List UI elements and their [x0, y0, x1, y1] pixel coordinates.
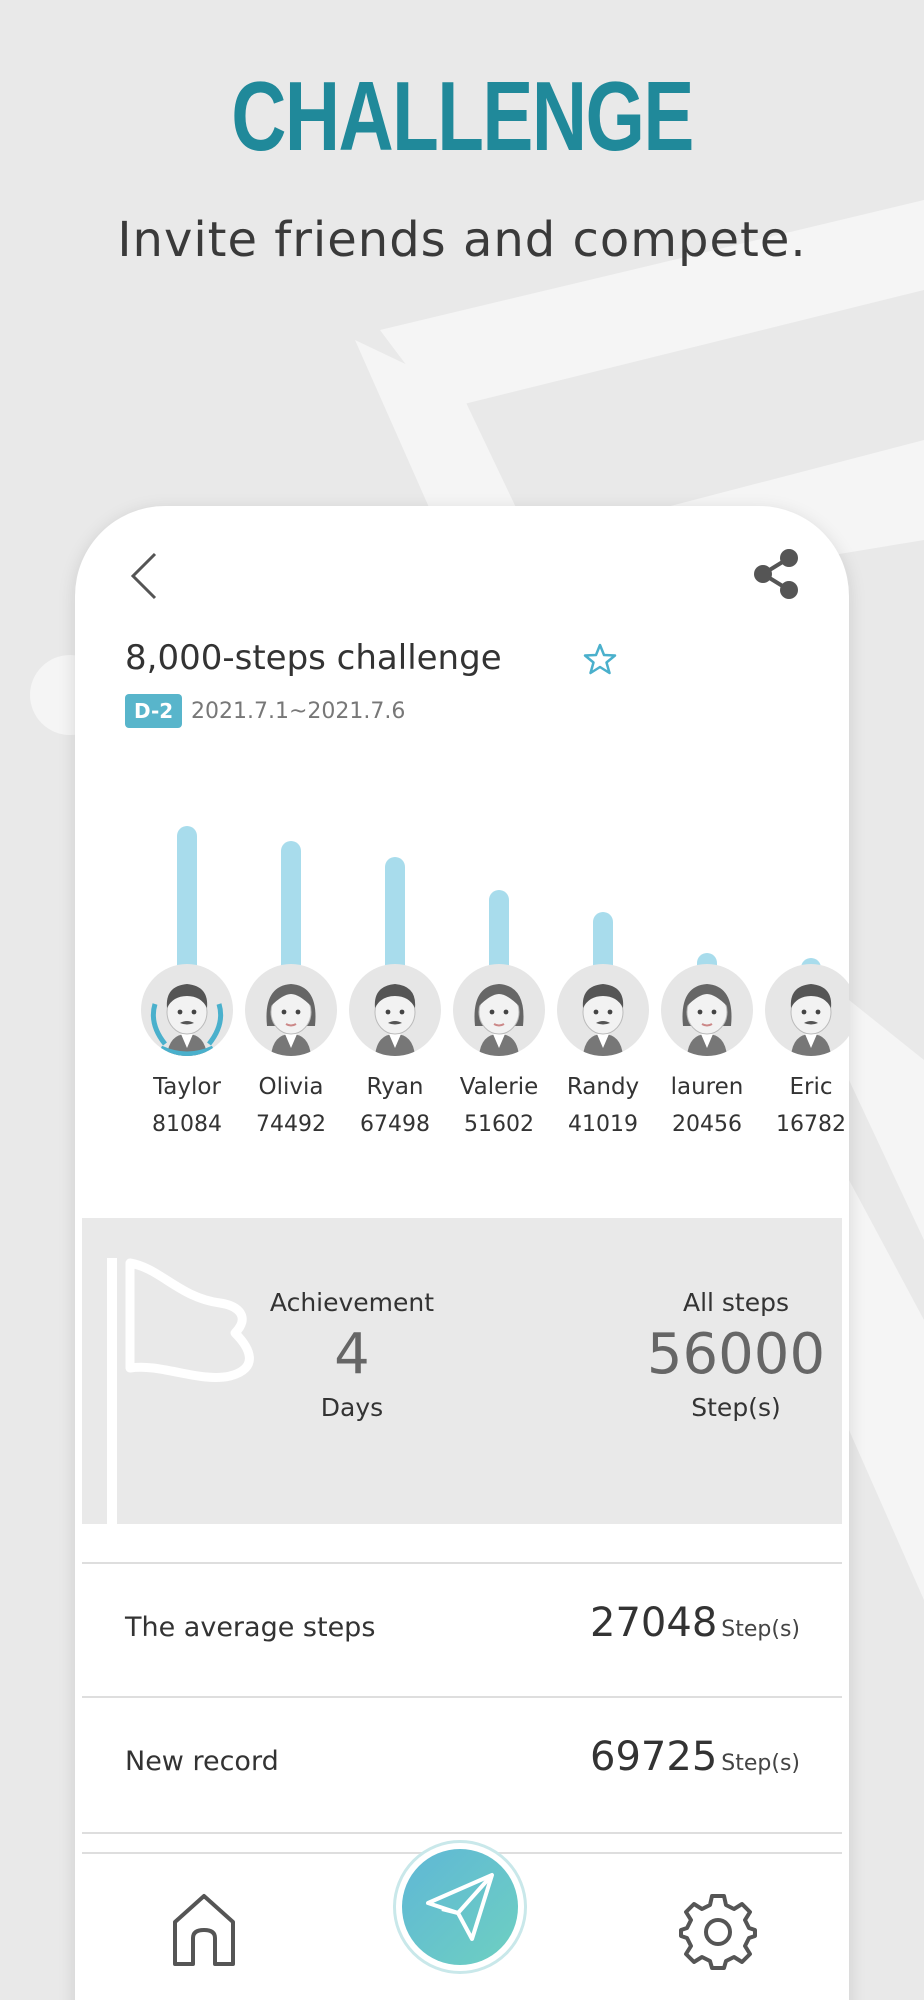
challenge-title: 8,000-steps challenge [125, 638, 502, 678]
avatar [245, 964, 337, 1056]
back-button[interactable] [125, 548, 165, 604]
phone-screen: 8,000-steps challenge D-2 2021.7.1~2021.… [75, 506, 849, 2000]
share-icon [754, 549, 798, 599]
dday-badge: D-2 [125, 694, 183, 728]
ranking-item[interactable]: Ryan 67498 [343, 806, 447, 1166]
ranking-name: lauren [670, 1074, 744, 1100]
avatar [765, 964, 849, 1056]
achievement-value: 4 [334, 1322, 370, 1387]
nav-home-button[interactable] [169, 1890, 239, 1970]
achievement-block: Achievement 4 Days [202, 1288, 502, 1422]
avatar [557, 964, 649, 1056]
ranking-steps: 74492 [256, 1112, 326, 1137]
ranking-steps: 41019 [568, 1112, 638, 1137]
all-steps-value: 56000 [646, 1322, 826, 1387]
average-steps-label: The average steps [125, 1612, 376, 1643]
average-steps-value-group: 27048 Step(s) [590, 1600, 800, 1646]
favorite-button[interactable] [583, 642, 617, 676]
promo-subtitle: Invite friends and compete. [117, 212, 807, 268]
bottom-nav-divider [82, 1832, 842, 1834]
all-steps-label: All steps [682, 1288, 790, 1317]
nav-send-button[interactable] [393, 1840, 527, 1974]
avatar [349, 964, 441, 1056]
avatar [453, 964, 545, 1056]
new-record-value: 69725 [590, 1734, 718, 1780]
summary-panel: Achievement 4 Days All steps 56000 Step(… [82, 1218, 842, 1524]
send-icon [426, 1873, 494, 1941]
new-record-value-group: 69725 Step(s) [590, 1734, 800, 1780]
share-button[interactable] [749, 546, 805, 602]
star-outline-icon [583, 643, 617, 675]
ranking-item[interactable]: Eric 16782 [759, 806, 849, 1166]
new-record-unit: Step(s) [721, 1751, 800, 1776]
all-steps-unit: Step(s) [691, 1393, 781, 1422]
avatar [661, 964, 753, 1056]
ranking-name: Valerie [459, 1074, 539, 1100]
ranking-item[interactable]: Taylor 81084 [135, 806, 239, 1166]
ranking-item[interactable]: Valerie 51602 [447, 806, 551, 1166]
ranking-item[interactable]: lauren 20456 [655, 806, 759, 1166]
ranking-name: Ryan [366, 1074, 424, 1100]
average-steps-unit: Step(s) [721, 1617, 800, 1642]
nav-settings-button[interactable] [679, 1890, 757, 1970]
chevron-left-icon [130, 552, 157, 600]
ranking-item[interactable]: Randy 41019 [551, 806, 655, 1166]
ranking-name: Eric [789, 1074, 833, 1100]
ranking-name: Olivia [258, 1074, 324, 1100]
ranking-steps: 67498 [360, 1112, 430, 1137]
ranking-steps: 51602 [464, 1112, 534, 1137]
average-steps-row: The average steps 27048 Step(s) [82, 1562, 842, 1696]
ranking-list: Taylor 81084 Olivia 74492 Ryan 67498 Valerie 51… [135, 806, 849, 1166]
new-record-label: New record [125, 1746, 279, 1777]
avatar-with-laurel [141, 964, 233, 1056]
promo-title: CHALLENGE [231, 61, 694, 171]
ranking-name: Taylor [153, 1074, 221, 1100]
ranking-steps: 20456 [672, 1112, 742, 1137]
all-steps-block: All steps 56000 Step(s) [586, 1288, 842, 1422]
date-range: 2021.7.1~2021.7.6 [191, 699, 406, 724]
nav-send-circle [402, 1849, 518, 1965]
achievement-unit: Days [320, 1393, 384, 1422]
average-steps-value: 27048 [590, 1600, 718, 1646]
ranking-item[interactable]: Olivia 74492 [239, 806, 343, 1166]
ranking-steps: 16782 [776, 1112, 846, 1137]
new-record-row: New record 69725 Step(s) [82, 1696, 842, 1830]
achievement-label: Achievement [269, 1288, 435, 1317]
ranking-steps: 81084 [152, 1112, 222, 1137]
ranking-name: Randy [566, 1074, 640, 1100]
gear-icon [679, 1894, 757, 1970]
home-icon [173, 1894, 235, 1966]
